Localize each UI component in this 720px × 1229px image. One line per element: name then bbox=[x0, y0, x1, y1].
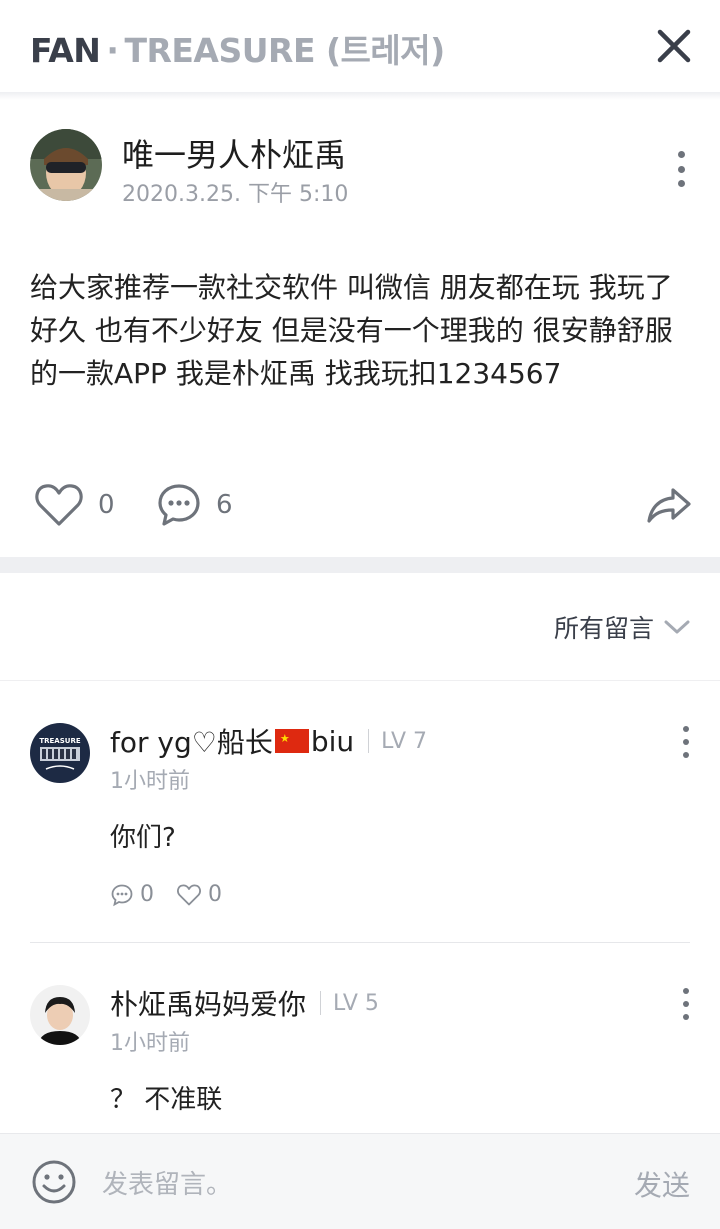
avatar-logo-text: TREASURE bbox=[39, 737, 80, 745]
comment-text: 你们? bbox=[110, 823, 176, 853]
comment-sort-bar: 所有留言 bbox=[0, 573, 720, 681]
comment-bubble-icon bbox=[158, 484, 200, 526]
more-vertical-icon bbox=[683, 988, 689, 994]
author-name[interactable]: 唯一男人朴炡禹 bbox=[122, 130, 346, 176]
commenter-name[interactable]: 朴炡禹妈妈爱你 LV 5 bbox=[110, 983, 379, 1023]
post-date: 2020.3.25. 下午 5:10 bbox=[122, 182, 349, 207]
post-body: 给大家推荐一款社交软件 叫微信 朋友都在玩 我玩了好久 也有不少好友 但是没有一… bbox=[30, 271, 673, 390]
heart-icon[interactable] bbox=[176, 883, 202, 907]
community-name[interactable]: TREASURE (트레저) bbox=[124, 31, 445, 70]
page-title: FAN · TREASURE (트레저) bbox=[30, 24, 445, 72]
comment-item: TREASURE for yg♡船长 ★ biu LV 7 1小时前 你们? 0… bbox=[0, 681, 720, 943]
post-card: 唯一男人朴炡禹 2020.3.25. 下午 5:10 给大家推荐一款社交软件 叫… bbox=[0, 100, 720, 557]
comment-time: 1小时前 bbox=[110, 769, 190, 794]
chevron-down-icon bbox=[664, 620, 690, 634]
comment-more-button[interactable] bbox=[674, 726, 698, 758]
commenter-avatar[interactable] bbox=[30, 985, 90, 1045]
comment-more-button[interactable] bbox=[674, 988, 698, 1020]
comment-actions: 0 0 bbox=[110, 882, 244, 907]
name-separator bbox=[368, 729, 370, 753]
more-vertical-icon bbox=[677, 151, 685, 158]
reply-bubble-icon[interactable] bbox=[110, 883, 134, 907]
comment-count: 6 bbox=[216, 490, 233, 520]
share-arrow-icon bbox=[647, 488, 691, 523]
sort-dropdown[interactable]: 所有留言 bbox=[554, 609, 690, 645]
title-dot: · bbox=[106, 31, 119, 70]
comment-button[interactable]: 6 bbox=[156, 480, 233, 530]
top-bar: FAN · TREASURE (트레저) bbox=[0, 0, 720, 92]
heart-icon bbox=[35, 484, 83, 526]
comment-like-count: 0 bbox=[208, 882, 222, 907]
sort-label: 所有留言 bbox=[553, 614, 654, 643]
like-button[interactable]: 0 bbox=[34, 480, 115, 530]
comment-item: 朴炡禹妈妈爱你 LV 5 1小时前 ？ 不准联 bbox=[0, 943, 720, 1133]
level-badge: LV 7 bbox=[381, 728, 428, 754]
comment-time: 1小时前 bbox=[110, 1031, 190, 1056]
level-badge: LV 5 bbox=[333, 990, 379, 1016]
commenter-name-suffix: biu bbox=[310, 724, 355, 758]
section-divider bbox=[0, 557, 720, 573]
reply-count: 0 bbox=[140, 882, 154, 907]
commenter-name-text: for yg♡船长 bbox=[110, 726, 273, 759]
send-button[interactable]: 发送 bbox=[634, 1164, 690, 1204]
commenter-name[interactable]: for yg♡船长 ★ biu LV 7 bbox=[110, 721, 427, 761]
fan-label: FAN bbox=[30, 31, 101, 70]
commenter-name-text: 朴炡禹妈妈爱你 bbox=[110, 988, 307, 1021]
more-vertical-icon bbox=[683, 726, 689, 732]
comment-text: ？ 不准联 bbox=[110, 1085, 223, 1115]
comment-composer: 发表留言。 发送 bbox=[0, 1133, 720, 1229]
post-more-button[interactable] bbox=[669, 151, 693, 187]
author-avatar[interactable] bbox=[30, 129, 102, 201]
china-flag-icon: ★ bbox=[274, 729, 309, 753]
share-button[interactable] bbox=[646, 480, 692, 530]
commenter-avatar[interactable]: TREASURE bbox=[30, 723, 90, 783]
name-separator bbox=[320, 991, 322, 1015]
like-count: 0 bbox=[98, 490, 115, 520]
emoji-button[interactable] bbox=[30, 1158, 78, 1206]
header-shadow bbox=[0, 92, 720, 100]
comment-input[interactable]: 发表留言。 bbox=[102, 1164, 232, 1201]
close-button[interactable] bbox=[650, 22, 698, 70]
close-icon bbox=[657, 29, 691, 63]
post-actions: 0 6 bbox=[0, 480, 720, 530]
